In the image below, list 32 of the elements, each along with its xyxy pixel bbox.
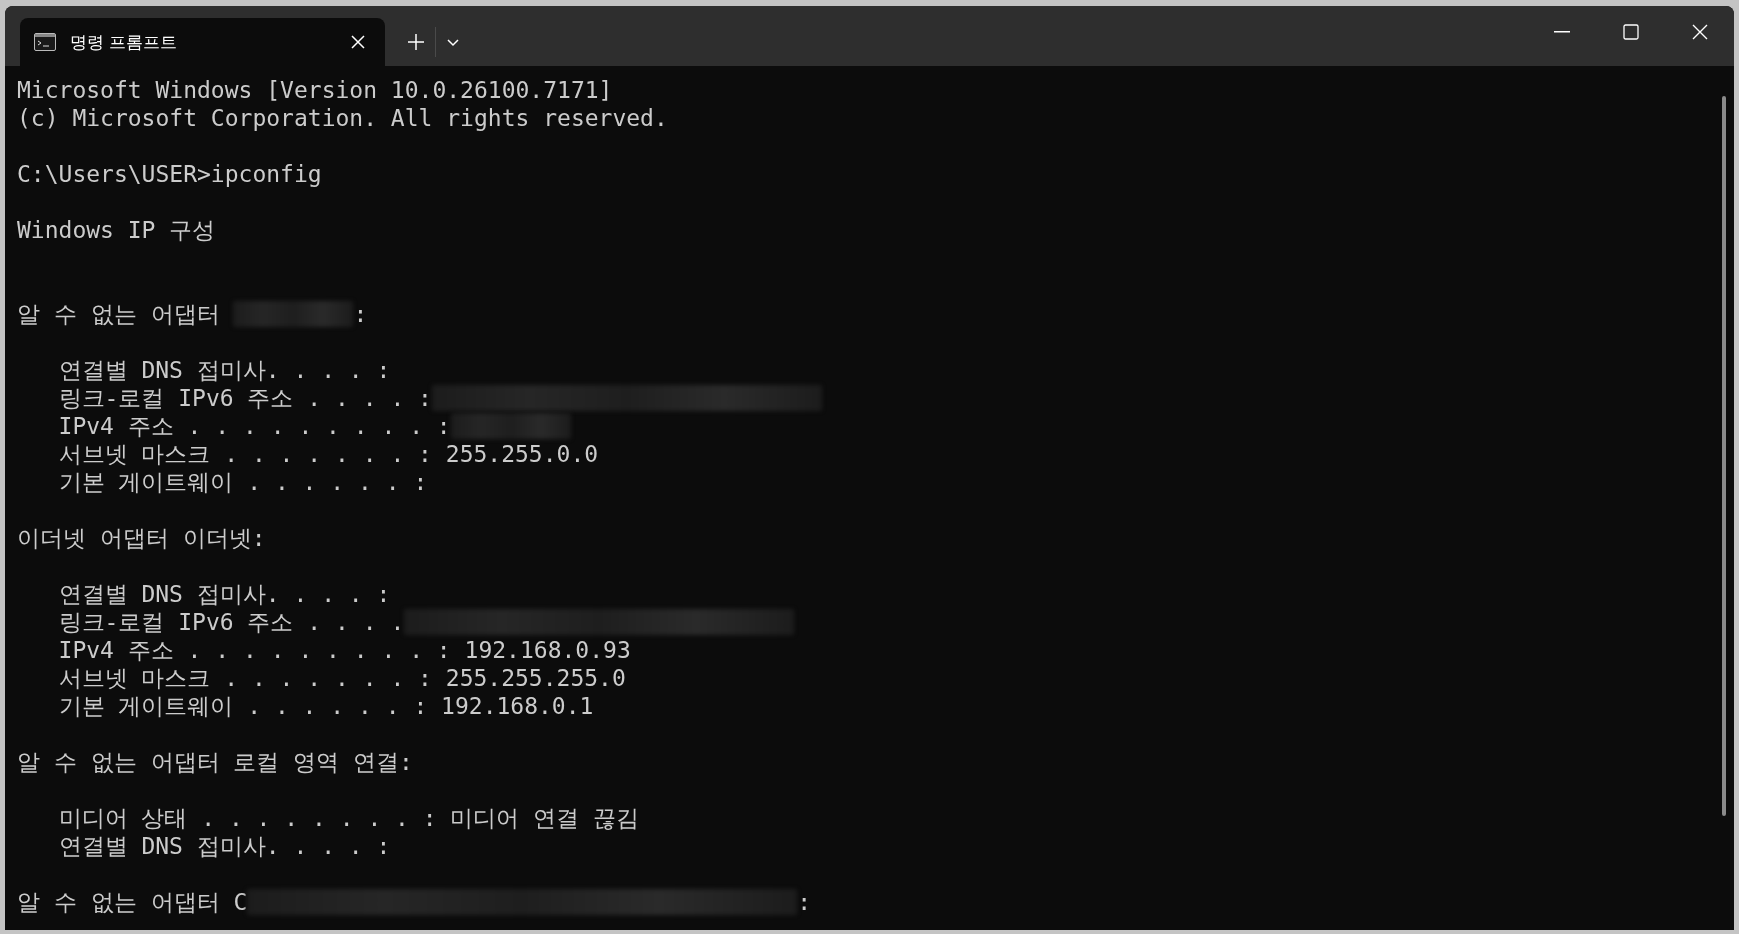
console-line: IPv4 주소 . . . . . . . . . : xyxy=(57,412,451,440)
console-line: 링크-로컬 IPv6 주소 . . . . : xyxy=(57,384,432,412)
close-icon xyxy=(351,35,365,49)
console-line: 알 수 없는 어댑터 로컬 영역 연결: xyxy=(17,748,413,776)
console-line: (c) Microsoft Corporation. All rights reserved. xyxy=(17,104,668,132)
console-line: 알 수 없는 어댑터 C xyxy=(17,888,248,916)
close-icon xyxy=(1691,23,1708,40)
terminal-icon xyxy=(34,33,56,51)
console-line: 미디어 상태 . . . . . . . . : 미디어 연결 끊김 xyxy=(57,804,640,832)
console-text: : xyxy=(797,888,812,916)
chevron-down-icon xyxy=(446,37,460,47)
console-text: : xyxy=(353,300,368,328)
tab[interactable]: 명령 프롬프트 xyxy=(20,18,385,66)
console-line: 알 수 없는 어댑터 xyxy=(17,300,221,328)
console-line: 기본 게이트웨이 . . . . . . : 192.168.0.1 xyxy=(57,692,594,720)
console-line: 연결별 DNS 접미사. . . . : xyxy=(57,832,391,860)
console-line: 기본 게이트웨이 . . . . . . : xyxy=(57,468,428,496)
maximize-icon xyxy=(1622,23,1639,40)
scrollbar[interactable] xyxy=(1722,96,1726,816)
console-line: 서브넷 마스크 . . . . . . . : 255.255.0.0 xyxy=(57,440,599,468)
console-line: Microsoft Windows [Version 10.0.26100.7171] xyxy=(17,76,613,104)
minimize-icon xyxy=(1553,30,1570,33)
console-line: 서브넷 마스크 . . . . . . . : 255.255.255.0 xyxy=(57,664,626,692)
console-line: 연결별 DNS 접미사. . . . : xyxy=(57,356,391,384)
console-line: 링크-로컬 IPv6 주소 . . . . xyxy=(57,608,405,636)
plus-icon xyxy=(407,33,425,51)
console-line: 연결별 DNS 접미사. . . . : xyxy=(57,580,391,608)
console-line: 이더넷 어댑터 이더넷: xyxy=(17,524,266,552)
console-line: C:\Users\USER>ipconfig xyxy=(17,160,322,188)
console-line: IPv4 주소 . . . . . . . . . : 192.168.0.93 xyxy=(57,636,631,664)
console-line: Windows IP 구성 xyxy=(17,216,216,244)
tab-title: 명령 프롬프트 xyxy=(70,31,178,54)
